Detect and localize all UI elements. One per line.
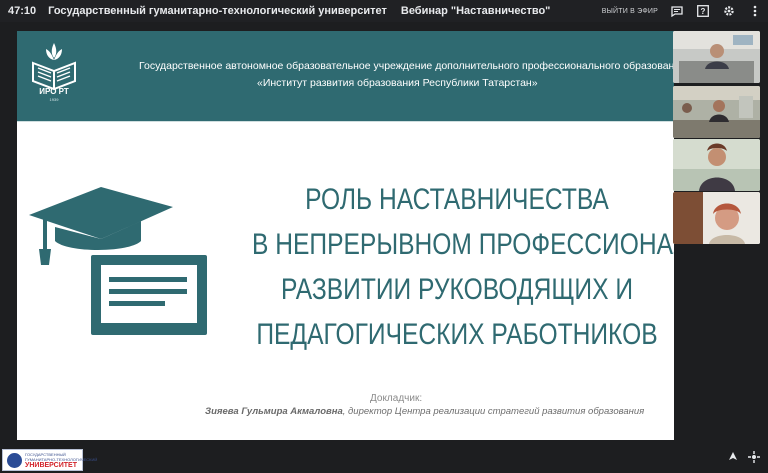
chat-icon[interactable] [670, 4, 684, 18]
participant-video[interactable] [673, 192, 760, 244]
top-bar-actions: ВЫЙТИ В ЭФИР ? [602, 0, 762, 22]
slide-header: ИРО РТ 1939 Государственное автономное о… [17, 31, 674, 121]
svg-text:?: ? [701, 7, 706, 16]
org-name-line2: «Институт развития образования Республик… [257, 77, 538, 89]
university-emblem-icon [7, 453, 22, 468]
broadcast-timer: 47:10 [8, 5, 37, 17]
help-icon[interactable]: ? [696, 4, 710, 18]
university-logo: ГОСУДАРСТВЕННЫЙ ГУМАНИТАРНО-ТЕХНОЛОГИЧЕС… [2, 449, 97, 471]
org-name-line1: Государственное автономное образовательн… [139, 60, 674, 72]
speaker-role: , директор Центра реализации стратегий р… [342, 406, 645, 417]
slide-title-line: РОЛЬ НАСТАВНИЧЕСТВА [305, 183, 609, 216]
presentation-slide: ИРО РТ 1939 Государственное автономное о… [17, 31, 674, 440]
logo-year: 1939 [49, 97, 59, 102]
settings-icon[interactable] [722, 4, 736, 18]
slide-title-line: ПЕДАГОГИЧЕСКИХ РАБОТНИКОВ [256, 318, 658, 351]
header-divider [17, 121, 674, 122]
speaker-label: Докладчик: [370, 393, 423, 404]
speaker-name: Зияева Гульмира Акмаловна [205, 406, 343, 417]
logo-caption: ИРО РТ [39, 87, 69, 96]
webinar-title: Вебинар "Наставничество" [400, 5, 551, 17]
participant-video[interactable] [673, 31, 760, 83]
graduation-monitor-illustration [29, 187, 207, 335]
slide-title: РОЛЬ НАСТАВНИЧЕСТВА В НЕПРЕРЫВНОМ ПРОФЕС… [252, 177, 674, 357]
slide-title-line: В НЕПРЕРЫВНОМ ПРОФЕССИОНАЛЬНОМ [252, 228, 674, 261]
logo-line3: УНИВЕРСИТЕТ [25, 462, 77, 469]
upload-icon[interactable] [728, 451, 738, 466]
more-icon[interactable] [748, 4, 762, 18]
slide-title-line: РАЗВИТИИ РУКОВОДЯЩИХ И [280, 273, 634, 306]
footer-controls [728, 449, 760, 467]
top-bar: 47:10 Государственный гуманитарно-технол… [0, 0, 768, 22]
organization-title: Государственный гуманитарно-технологичес… [48, 5, 387, 17]
go-on-air-button[interactable]: ВЫЙТИ В ЭФИР [602, 8, 658, 15]
share-icon[interactable] [748, 450, 760, 466]
speaker-info: Зияева Гульмира Акмаловна, директор Цент… [205, 406, 644, 417]
participant-video[interactable] [673, 86, 760, 138]
participant-video[interactable] [673, 139, 760, 191]
